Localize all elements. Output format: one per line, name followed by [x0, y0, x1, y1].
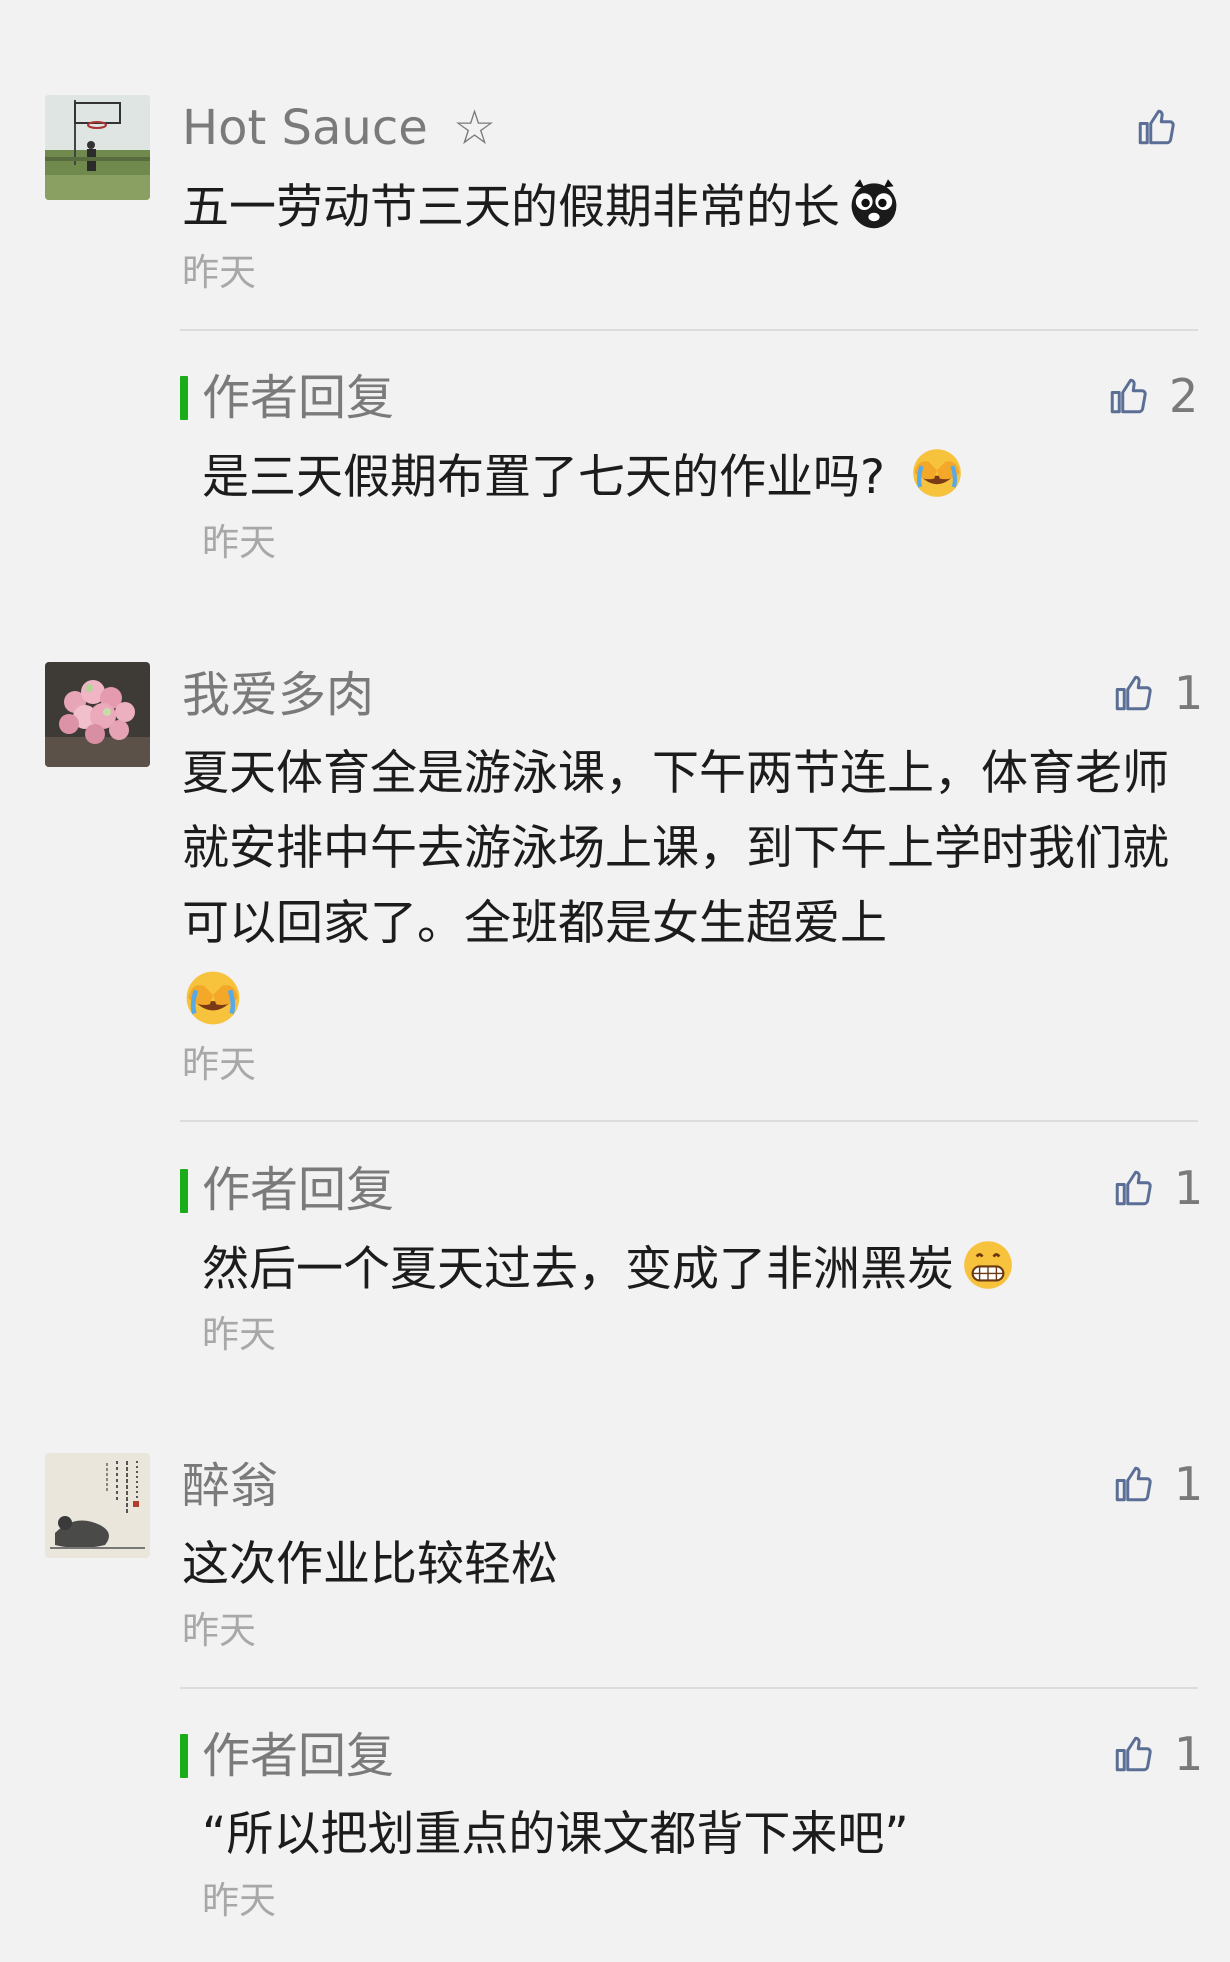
like-count: 1 [1174, 666, 1204, 720]
divider [180, 1120, 1198, 1122]
like-count: 2 [1169, 369, 1199, 423]
like-count: 1 [1174, 1161, 1204, 1215]
comment-text-content: 夏天体育全是游泳课，下午两节连上，体育老师就安排中午去游泳场上课，到下午上学时我… [182, 746, 1169, 951]
author-name-text: 醉翁 [182, 1458, 279, 1514]
like-count: 1 [1174, 1727, 1204, 1781]
face-palm-icon [909, 445, 965, 501]
like-count: 1 [1174, 1457, 1204, 1511]
reply-label: 作者回复 [202, 1728, 395, 1784]
comment-author-name[interactable]: 醉翁 [182, 1456, 278, 1516]
author-name-text: 我爱多肉 [182, 667, 375, 723]
like-button[interactable]: 1 [1112, 1158, 1203, 1218]
face-palm-icon [182, 967, 244, 1029]
divider [180, 329, 1198, 331]
reply-time: 昨天 [202, 1313, 276, 1356]
avatar[interactable] [45, 1453, 150, 1558]
reply-label: 作者回复 [202, 1162, 395, 1218]
reply-text: 然后一个夏天过去，变成了非洲黑炭 [202, 1232, 1212, 1307]
comment-time: 昨天 [182, 251, 256, 294]
thumbs-up-icon [1115, 675, 1152, 711]
thumbs-up-icon [1115, 1736, 1152, 1772]
reply-indicator-bar [180, 376, 188, 420]
reply-text-content: 是三天假期布置了七天的作业吗? [202, 450, 885, 505]
basketball-avatar-image [45, 95, 150, 200]
thumbs-up-icon [1115, 1466, 1152, 1502]
grimace-face-icon [960, 1237, 1016, 1293]
avatar[interactable] [45, 662, 150, 767]
divider [180, 1687, 1198, 1689]
reply-text: 是三天假期布置了七天的作业吗? [202, 440, 1212, 515]
like-button[interactable]: 1 [1112, 1724, 1203, 1784]
comment-text-content: 五一劳动节三天的假期非常的长 [182, 180, 840, 235]
comment-author-name[interactable]: Hot Sauce ☆ [182, 98, 496, 158]
star-icon: ☆ [453, 100, 497, 156]
reply-indicator-bar [180, 1169, 188, 1213]
reply-time: 昨天 [202, 1879, 276, 1922]
reply-label: 作者回复 [202, 370, 395, 426]
reply-text-content: 然后一个夏天过去，变成了非洲黑炭 [202, 1242, 954, 1297]
avatar[interactable] [45, 95, 150, 200]
comment-time: 昨天 [182, 1043, 256, 1086]
comment-author-name[interactable]: 我爱多肉 [182, 665, 374, 725]
like-button[interactable]: 1 [1112, 1454, 1203, 1514]
comment-text-content: 这次作业比较轻松 [182, 1537, 558, 1592]
like-button[interactable]: 1 [1112, 663, 1203, 723]
comment-time: 昨天 [182, 1609, 256, 1652]
like-button[interactable] [1135, 97, 1197, 157]
comment-text: 五一劳动节三天的假期非常的长 [182, 170, 1192, 245]
reply-time: 昨天 [202, 521, 276, 564]
scared-face-icon [846, 175, 902, 231]
author-name-text: Hot Sauce [182, 100, 428, 156]
comments-page: Hot Sauce ☆ 五一劳动节三天的假期非常的长 昨天 作者回复 2 是三天… [0, 0, 1230, 1962]
thumbs-up-icon [1115, 1170, 1152, 1206]
reply-text: “所以把划重点的课文都背下来吧” [202, 1797, 1212, 1872]
like-button[interactable]: 2 [1107, 366, 1198, 426]
reply-text-content: “所以把划重点的课文都背下来吧” [202, 1807, 909, 1862]
ink-painting-avatar-image [45, 1453, 150, 1558]
comment-text: 这次作业比较轻松 [182, 1527, 1192, 1602]
reply-indicator-bar [180, 1734, 188, 1778]
comment-text: 夏天体育全是游泳课，下午两节连上，体育老师就安排中午去游泳场上课，到下午上学时我… [182, 736, 1192, 1029]
thumbs-up-icon [1110, 378, 1147, 414]
thumbs-up-icon [1138, 109, 1175, 145]
succulent-avatar-image [45, 662, 150, 767]
